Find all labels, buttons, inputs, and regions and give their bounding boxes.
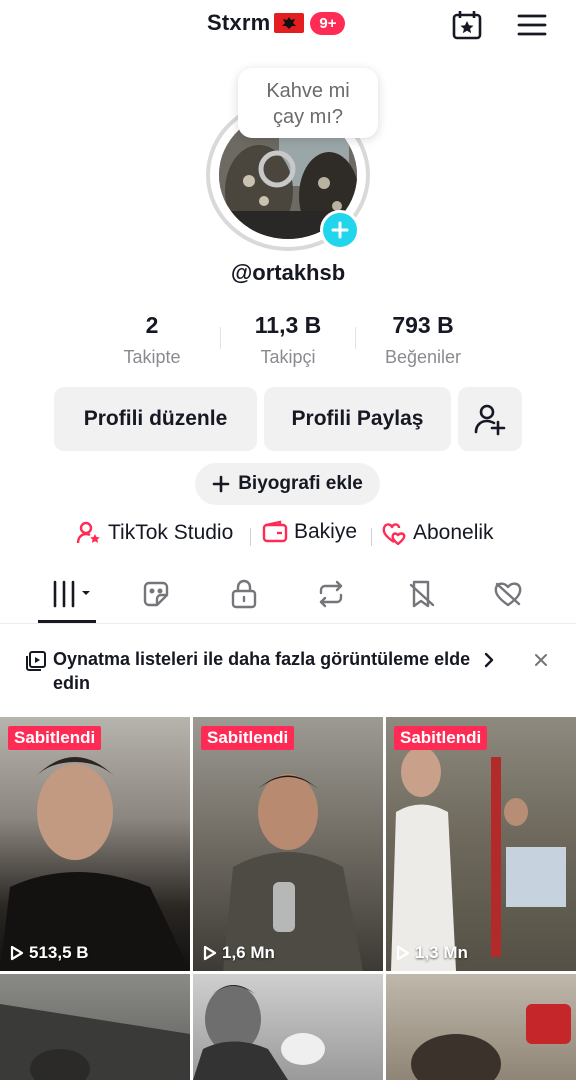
video-frame: [0, 757, 190, 971]
play-icon: [396, 945, 410, 961]
video-thumbnail[interactable]: Sabitlendi 1,6 Mn: [193, 717, 383, 971]
view-count-value: 513,5 B: [29, 943, 89, 962]
tab-favorites[interactable]: [402, 576, 442, 612]
video-frame: [0, 1004, 190, 1080]
active-tab-indicator: [38, 620, 96, 623]
subscription-link[interactable]: Abonelik: [381, 520, 494, 546]
videos-grid-icon: [53, 580, 90, 608]
stat-followers[interactable]: 11,3 B Takipçi: [240, 310, 336, 374]
lock-icon: [231, 579, 257, 609]
video-thumbnail[interactable]: [386, 974, 576, 1080]
stat-value: 2: [145, 312, 159, 338]
calendar-star-icon[interactable]: [450, 8, 484, 42]
account-switcher[interactable]: Stxrm 9+: [207, 10, 346, 36]
pinned-badge: Sabitlendi: [394, 726, 488, 750]
link-separator: [250, 528, 251, 546]
share-profile-button[interactable]: Profili Paylaş: [264, 387, 451, 451]
play-icon: [203, 945, 217, 961]
video-thumbnail[interactable]: [193, 974, 383, 1080]
video-frame: [411, 1004, 571, 1080]
favorites-icon: [409, 580, 435, 608]
creator-links: TikTok Studio Bakiye Abonelik: [0, 520, 576, 552]
video-thumbnail[interactable]: [0, 974, 190, 1080]
video-frame: [223, 774, 363, 971]
note-bubble[interactable]: Kahve mi çay mı?: [238, 68, 378, 138]
link-separator: [371, 528, 372, 546]
video-grid: Sabitlendi 513,5 B Sabitlendi 1,6 Mn Sab…: [0, 717, 576, 1080]
plus-icon: [212, 475, 230, 493]
add-bio-label: Biyografi ekle: [238, 473, 363, 494]
stat-divider: [220, 327, 221, 349]
person-star-icon: [76, 521, 100, 544]
view-count-value: 1,3 Mn: [415, 943, 468, 962]
tab-liked[interactable]: [488, 576, 528, 612]
stat-label: Beğeniler: [384, 347, 462, 367]
stat-divider: [355, 327, 356, 349]
close-icon[interactable]: [533, 652, 549, 668]
video-frame: [193, 985, 325, 1080]
note-line-2: çay mı?: [272, 106, 344, 128]
profile-stats: 2 Takipte 11,3 B Takipçi 793 B Beğeniler: [0, 310, 576, 380]
link-label: Abonelik: [413, 521, 494, 544]
note-line-1: Kahve mi: [266, 80, 350, 102]
stat-label: Takipçi: [260, 347, 316, 367]
stat-likes[interactable]: 793 B Beğeniler: [372, 310, 474, 374]
view-count: 1,3 Mn: [396, 943, 468, 963]
pinned-badge: Sabitlendi: [8, 726, 102, 750]
stat-value: 11,3 B: [254, 312, 322, 338]
account-name: Stxrm: [207, 10, 271, 35]
liked-icon: [494, 582, 522, 607]
add-bio-button[interactable]: Biyografi ekle: [195, 463, 380, 505]
profile-tabs: [0, 566, 576, 624]
tiktok-studio-link[interactable]: TikTok Studio: [76, 520, 233, 546]
stat-label: Takipte: [123, 347, 181, 367]
stat-following[interactable]: 2 Takipte: [108, 310, 196, 374]
video-frame: [391, 747, 566, 971]
notification-badge[interactable]: 9+: [310, 11, 346, 35]
add-person-icon: [474, 404, 506, 436]
playlist-promo-banner[interactable]: Oynatma listeleri ile daha fazla görüntü…: [0, 632, 576, 714]
sticker-icon: [143, 581, 169, 607]
repost-icon: [319, 580, 343, 608]
profile-header: Stxrm 9+: [0, 0, 576, 50]
view-count-value: 1,6 Mn: [222, 943, 275, 962]
balance-link[interactable]: Bakiye: [262, 520, 357, 544]
tab-reposts[interactable]: [311, 576, 351, 612]
stat-value: 793 B: [392, 312, 454, 338]
tab-videos[interactable]: [48, 576, 96, 612]
playlist-icon: [26, 651, 46, 671]
play-icon: [10, 945, 24, 961]
chevron-right-icon[interactable]: [482, 652, 496, 668]
video-thumbnail[interactable]: Sabitlendi 1,3 Mn: [386, 717, 576, 971]
view-count: 513,5 B: [10, 943, 89, 963]
link-label: TikTok Studio: [108, 521, 234, 544]
menu-icon[interactable]: [514, 10, 550, 40]
profile-handle: @ortakhsb: [230, 260, 346, 285]
pinned-badge: Sabitlendi: [201, 726, 295, 750]
albania-flag-icon: [274, 13, 305, 33]
view-count: 1,6 Mn: [203, 943, 275, 963]
tab-stickers[interactable]: [136, 576, 176, 612]
video-thumbnail[interactable]: Sabitlendi 513,5 B: [0, 717, 190, 971]
wallet-icon: [262, 520, 288, 543]
edit-profile-button[interactable]: Profili düzenle: [54, 387, 257, 451]
add-avatar-button[interactable]: [320, 210, 360, 250]
banner-text: Oynatma listeleri ile daha fazla görüntü…: [53, 649, 471, 693]
link-label: Bakiye: [294, 520, 358, 543]
add-friend-button[interactable]: [458, 387, 522, 451]
tab-private[interactable]: [224, 576, 264, 612]
hearts-icon: [382, 523, 406, 546]
